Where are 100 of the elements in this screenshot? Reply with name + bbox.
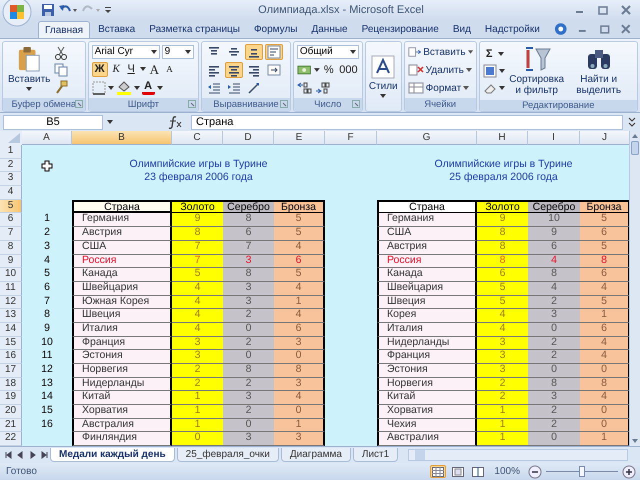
font-color-button[interactable]: A [142, 80, 155, 96]
restore-icon[interactable] [598, 23, 610, 35]
caret-icon[interactable] [498, 52, 504, 56]
number-format-field[interactable]: Общий [296, 44, 359, 59]
ribbon-tab[interactable]: Вид [446, 21, 477, 38]
row-header[interactable]: 5 [0, 200, 22, 214]
ribbon-tab[interactable]: Рецензирование [356, 21, 445, 38]
ribbon-tab[interactable]: Вставка [92, 21, 142, 38]
caret-icon[interactable] [498, 86, 505, 90]
fill-color-icon[interactable] [116, 80, 132, 95]
cells-delete-button[interactable]: Удалить [408, 63, 473, 77]
column-header[interactable]: D [223, 131, 274, 145]
restore-icon[interactable] [597, 4, 609, 16]
ribbon-tab[interactable]: Главная [38, 21, 90, 38]
row-header[interactable]: 16 [0, 350, 22, 364]
row-header[interactable]: 10 [0, 268, 22, 282]
scroll-thumb[interactable] [631, 141, 639, 155]
sheet-tab[interactable]: Лист1 [352, 448, 398, 462]
sheet-tab[interactable]: Медали каждый день [50, 448, 175, 462]
column-header[interactable]: C [172, 131, 223, 145]
zoom-in-icon[interactable] [622, 464, 636, 478]
row-header[interactable]: 9 [0, 254, 22, 268]
launcher-icon[interactable] [188, 100, 196, 108]
customize-caret-icon[interactable] [104, 5, 112, 15]
grow-font-button[interactable]: A [148, 62, 161, 77]
caret-icon[interactable] [107, 120, 113, 124]
caret-icon[interactable] [498, 69, 505, 73]
row-header[interactable]: 14 [0, 322, 22, 337]
currency-icon[interactable] [296, 62, 312, 77]
zoom-slider-thumb[interactable] [579, 466, 585, 477]
caret-icon[interactable] [108, 86, 114, 90]
find-select-button[interactable]: Найти и выделить [568, 44, 629, 98]
caret-icon[interactable] [140, 67, 146, 72]
horizontal-scrollbar[interactable] [408, 449, 628, 461]
border-icon[interactable] [92, 80, 106, 95]
thousands-button[interactable]: 000 [337, 62, 359, 78]
launcher-icon[interactable] [74, 100, 83, 108]
scissors-icon[interactable] [54, 46, 68, 60]
close-icon[interactable] [620, 23, 632, 35]
align-bottom-button[interactable] [245, 44, 264, 60]
align-merge-button[interactable] [265, 62, 284, 78]
align-wrap-button[interactable] [265, 44, 284, 60]
percent-button[interactable]: % [322, 62, 336, 78]
increase-decimal-icon[interactable] [296, 81, 313, 96]
column-header[interactable]: H [477, 131, 528, 145]
font-style-button[interactable]: Ч [124, 62, 138, 77]
row-header[interactable]: 3 [0, 172, 22, 186]
launcher-icon[interactable] [352, 100, 360, 108]
shrink-font-button[interactable]: A [163, 62, 176, 77]
column-header[interactable]: A [22, 131, 72, 145]
copy-icon[interactable] [54, 63, 68, 77]
help-icon[interactable] [554, 22, 568, 36]
row-header[interactable]: 21 [0, 418, 22, 432]
ribbon-tab[interactable]: Разметка страницы [143, 21, 246, 38]
font-style-button[interactable]: К [110, 62, 123, 77]
zoom-out-icon[interactable] [528, 464, 542, 478]
column-header[interactable]: G [377, 131, 477, 145]
align-center-button[interactable] [225, 62, 244, 78]
formula-field[interactable]: Страна [191, 114, 623, 130]
name-box[interactable]: B5 [3, 114, 103, 130]
function-icon[interactable] [167, 115, 183, 129]
ribbon-tab[interactable]: Формулы [248, 21, 304, 38]
row-header[interactable]: 12 [0, 296, 22, 310]
brush-icon[interactable] [54, 80, 68, 94]
column-header[interactable]: B [72, 131, 172, 145]
row-header[interactable]: 15 [0, 336, 22, 350]
row-header[interactable]: 11 [0, 282, 22, 296]
launcher-icon[interactable] [280, 100, 288, 108]
caret-icon[interactable] [134, 86, 140, 90]
column-header[interactable]: E [274, 131, 325, 145]
row-header[interactable]: 22 [0, 432, 22, 446]
column-header[interactable]: J [580, 131, 629, 145]
fill-down-icon[interactable] [482, 64, 497, 78]
column-header[interactable]: I [528, 131, 580, 145]
font-name-field[interactable]: Arial Cyr [92, 44, 160, 59]
font-size-field[interactable]: 9 [162, 44, 194, 59]
ribbon-tab[interactable]: Данные [305, 21, 354, 38]
decrease-decimal-icon[interactable] [314, 81, 331, 96]
row-header[interactable]: 19 [0, 391, 22, 406]
caret-icon[interactable] [314, 68, 320, 72]
column-header[interactable]: F [325, 131, 377, 145]
row-header[interactable]: 18 [0, 378, 22, 392]
cells-insert-button[interactable]: Вставить [408, 45, 473, 59]
ribbon-tab[interactable]: Надстройки [478, 21, 546, 38]
font-style-button[interactable]: Ж [92, 62, 108, 77]
row-header[interactable]: 1 [0, 145, 22, 159]
row-header[interactable]: 7 [0, 227, 22, 241]
close-icon[interactable] [620, 4, 632, 16]
row-header[interactable]: 6 [0, 213, 22, 228]
sort-filter-button[interactable]: Сортировка и фильтр [506, 44, 567, 98]
row-header[interactable]: 8 [0, 240, 22, 255]
row-header[interactable]: 17 [0, 364, 22, 378]
view-normal-button[interactable] [430, 465, 446, 478]
row-header[interactable]: 2 [0, 158, 22, 172]
expand-icon[interactable] [627, 115, 637, 129]
sheet-tab[interactable]: Диаграмма [280, 448, 351, 462]
sheet-navigation-icon[interactable] [4, 450, 48, 460]
sum-button[interactable]: Σ [482, 46, 496, 61]
save-icon[interactable] [41, 3, 55, 17]
zoom-level[interactable]: 100% [494, 466, 520, 477]
